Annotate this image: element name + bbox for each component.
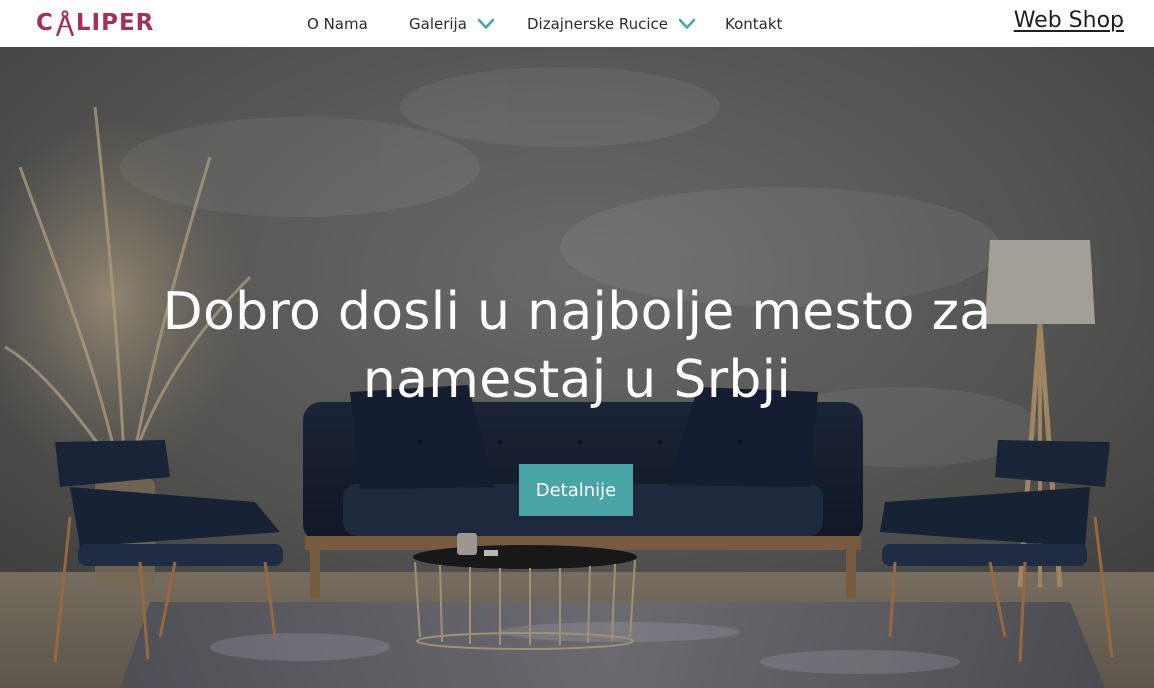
caliper-compass-icon [55,10,75,36]
nav-item-label: Kontakt [725,15,783,33]
nav-item-kontakt[interactable]: Kontakt [725,14,782,34]
nav-item-galerija[interactable]: Galerija [409,14,495,34]
chevron-down-icon[interactable] [678,18,696,30]
details-button[interactable]: Detalnije [519,464,633,516]
logo-text-start: C [36,10,54,36]
hero-title: Dobro dosli u najbolje mesto za namestaj… [0,278,1154,414]
chevron-down-icon[interactable] [477,18,495,30]
page: C LIPER O Nama Galerija Dizajnerske Ruci… [0,0,1154,688]
logo-text-end: LIPER [75,10,155,36]
site-header: C LIPER O Nama Galerija Dizajnerske Ruci… [0,0,1154,47]
nav-item-label: Galerija [409,15,467,33]
nav-item-label: Dizajnerske Rucice [527,15,668,33]
web-shop-link[interactable]: Web Shop [1014,8,1124,33]
hero-section: Dobro dosli u najbolje mesto za namestaj… [0,47,1154,688]
hero-title-line-1: Dobro dosli u najbolje mesto za [162,281,992,342]
brand-logo[interactable]: C LIPER [36,8,154,38]
hero-title-line-2: namestaj u Srbji [362,349,792,410]
nav-item-o-nama[interactable]: O Nama [307,14,368,34]
nav-item-dizajnerske-rucice[interactable]: Dizajnerske Rucice [527,14,696,34]
nav-item-label: O Nama [307,15,368,33]
